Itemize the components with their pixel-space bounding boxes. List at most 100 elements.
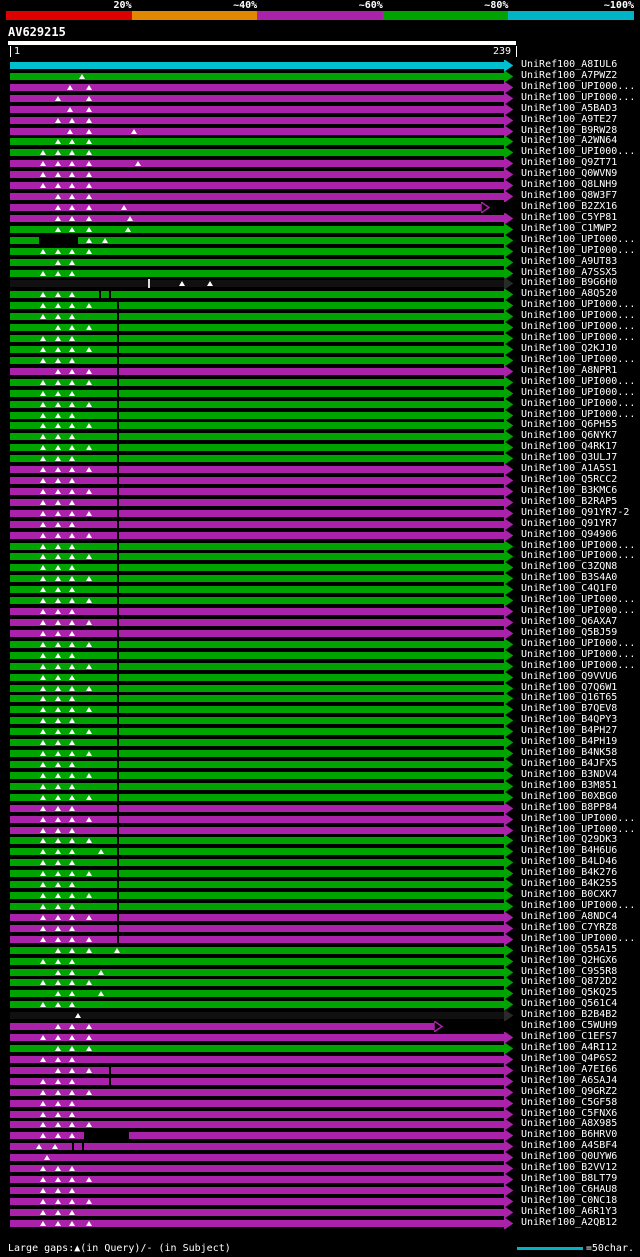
alignment-bar[interactable] [10,455,504,463]
alignment-bar[interactable] [10,1077,504,1085]
alignment-bar[interactable] [10,597,504,605]
alignment-bar[interactable] [10,1110,504,1118]
hit-label[interactable]: UniRef100_UPI000... [521,245,635,257]
alignment-bar[interactable] [10,935,504,943]
alignment-bar[interactable] [10,345,504,353]
alignment-bar[interactable] [10,750,504,758]
alignment-bar[interactable] [10,924,504,932]
alignment-bar[interactable] [10,1012,504,1020]
alignment-bar[interactable] [10,160,504,168]
alignment-bar[interactable] [10,804,504,812]
alignment-bar[interactable] [10,411,504,419]
alignment-bar[interactable] [10,138,504,146]
alignment-bar[interactable] [10,542,504,550]
alignment-bar[interactable] [10,1197,504,1205]
hit-label[interactable]: UniRef100_Q94906 [521,529,617,541]
alignment-bar[interactable] [10,1034,504,1042]
alignment-bar[interactable] [10,695,504,703]
alignment-bar[interactable] [10,1208,504,1216]
alignment-bar[interactable] [10,356,504,364]
alignment-bar[interactable] [10,662,504,670]
alignment-bar[interactable] [10,509,504,517]
alignment-bar[interactable] [10,116,504,124]
hit-label[interactable]: UniRef100_UPI000... [521,813,635,825]
alignment-bar[interactable] [10,269,504,277]
alignment-bar[interactable] [10,225,504,233]
alignment-bar[interactable] [10,968,504,976]
alignment-bar[interactable] [10,149,504,157]
alignment-bar[interactable] [10,291,504,299]
alignment-bar[interactable] [10,673,504,681]
alignment-bar[interactable] [10,990,504,998]
hit-label[interactable]: UniRef100_A9UT83 [521,256,617,268]
hit-label[interactable]: UniRef100_UPI000... [521,660,635,672]
alignment-bar[interactable] [10,520,504,528]
hit-label[interactable]: UniRef100_UPI000... [521,398,635,410]
hit-label[interactable]: UniRef100_C5GF58 [521,1097,617,1109]
alignment-bar[interactable] [10,782,504,790]
hit-label[interactable]: UniRef100_Q9GRZ2 [521,1086,617,1098]
alignment-bar[interactable] [10,313,504,321]
alignment-bar[interactable] [10,1044,504,1052]
alignment-bar[interactable] [10,1088,504,1096]
alignment-bar[interactable] [10,957,504,965]
alignment-bar[interactable] [10,717,504,725]
alignment-bar[interactable] [10,214,504,222]
alignment-bar[interactable] [10,105,504,113]
alignment-bar[interactable] [10,324,504,332]
alignment-bar[interactable] [10,1219,504,1227]
alignment-bar[interactable] [10,706,504,714]
alignment-bar[interactable] [10,553,504,561]
hit-label[interactable]: UniRef100_B8PP84 [521,802,617,814]
alignment-bar[interactable] [10,335,504,343]
alignment-bar[interactable] [10,477,504,485]
hit-label[interactable]: UniRef100_Q55A15 [521,944,617,956]
alignment-bar[interactable] [10,1154,504,1162]
alignment-bar[interactable] [10,793,504,801]
alignment-bar[interactable] [10,83,504,91]
alignment-bar[interactable] [10,761,504,768]
alignment-bar[interactable] [10,1099,504,1107]
alignment-bar[interactable] [10,1176,504,1184]
alignment-bar[interactable] [10,771,504,779]
alignment-bar[interactable] [10,837,504,845]
hit-label[interactable]: UniRef100_UPI000... [521,387,635,399]
alignment-bar[interactable] [10,62,504,69]
alignment-bar[interactable] [10,466,504,474]
hit-label[interactable]: UniRef100_Q9VVU6 [521,671,617,683]
alignment-bar[interactable] [10,1143,504,1151]
alignment-bar[interactable] [10,171,504,179]
hit-label[interactable]: UniRef100_A2QB12 [521,1217,617,1229]
alignment-bar[interactable] [10,619,504,627]
alignment-bar[interactable] [10,1055,504,1063]
alignment-bar[interactable] [10,127,504,135]
alignment-bar[interactable] [10,1186,504,1194]
alignment-bar[interactable] [10,389,504,397]
alignment-bar[interactable] [10,826,504,834]
alignment-bar[interactable] [10,280,504,288]
alignment-bar[interactable] [10,247,504,255]
alignment-bar[interactable] [10,378,504,386]
alignment-bar[interactable] [10,444,504,452]
alignment-bar[interactable] [10,498,504,506]
alignment-bar[interactable] [10,881,504,889]
alignment-bar[interactable] [10,564,504,572]
alignment-bar[interactable] [10,586,504,594]
alignment-bar[interactable] [10,1165,504,1173]
alignment-bar[interactable] [10,728,504,736]
alignment-bar[interactable] [10,848,504,856]
alignment-bar[interactable] [10,1121,504,1129]
alignment-bar[interactable] [10,182,504,190]
alignment-bar[interactable] [10,575,504,583]
alignment-bar[interactable] [10,367,504,375]
alignment-bar[interactable] [10,487,504,495]
alignment-bar[interactable] [10,400,504,408]
alignment-bar[interactable] [10,1066,504,1074]
alignment-bar[interactable] [10,870,504,878]
alignment-bar[interactable] [10,684,504,692]
alignment-bar[interactable] [10,1001,504,1009]
alignment-bar[interactable] [10,193,504,201]
alignment-bar[interactable] [10,859,504,867]
alignment-bar[interactable] [10,640,504,648]
alignment-bar[interactable] [10,608,504,616]
